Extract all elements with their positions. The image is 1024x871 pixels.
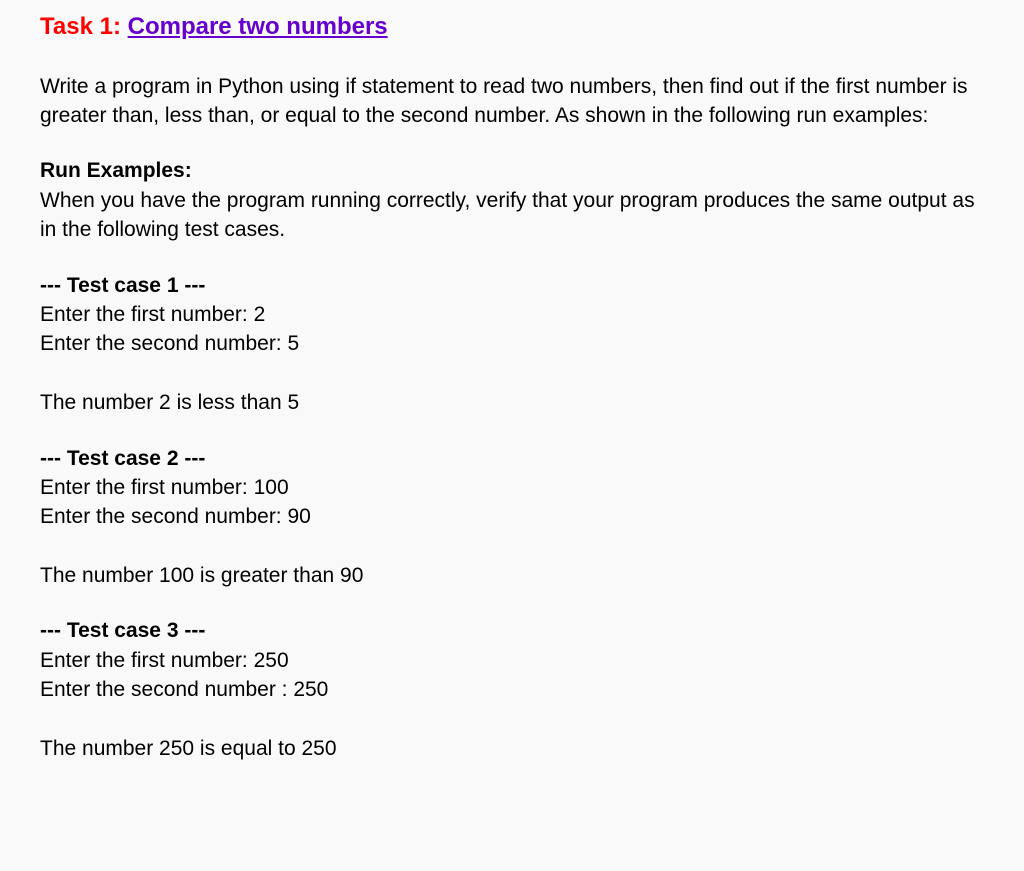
test-case-line: Enter the second number: 5 (40, 329, 984, 358)
test-case-title: --- Test case 3 --- (40, 616, 984, 645)
test-case: --- Test case 2 --- Enter the first numb… (40, 444, 984, 591)
blank-line (40, 705, 984, 734)
test-case-line: Enter the first number: 100 (40, 473, 984, 502)
task-label: Task 1: (40, 13, 128, 40)
test-case-line: Enter the first number: 2 (40, 300, 984, 329)
test-case: --- Test case 3 --- Enter the first numb… (40, 616, 984, 763)
test-case-line: Enter the second number: 90 (40, 502, 984, 531)
run-examples-label: Run Examples: (40, 159, 192, 182)
test-case-line: Enter the first number: 250 (40, 646, 984, 675)
test-case-title: --- Test case 1 --- (40, 271, 984, 300)
blank-line (40, 532, 984, 561)
task-link[interactable]: Compare two numbers (128, 13, 388, 40)
run-examples-heading: Run Examples: (40, 156, 984, 185)
test-case-title: --- Test case 2 --- (40, 444, 984, 473)
task-description: Write a program in Python using if state… (40, 72, 984, 131)
test-case: --- Test case 1 --- Enter the first numb… (40, 271, 984, 418)
blank-line (40, 359, 984, 388)
test-case-result: The number 100 is greater than 90 (40, 561, 984, 590)
run-examples-intro: When you have the program running correc… (40, 186, 984, 245)
test-case-result: The number 2 is less than 5 (40, 388, 984, 417)
task-heading: Task 1: Compare two numbers (40, 10, 984, 44)
test-case-result: The number 250 is equal to 250 (40, 734, 984, 763)
test-case-line: Enter the second number : 250 (40, 675, 984, 704)
